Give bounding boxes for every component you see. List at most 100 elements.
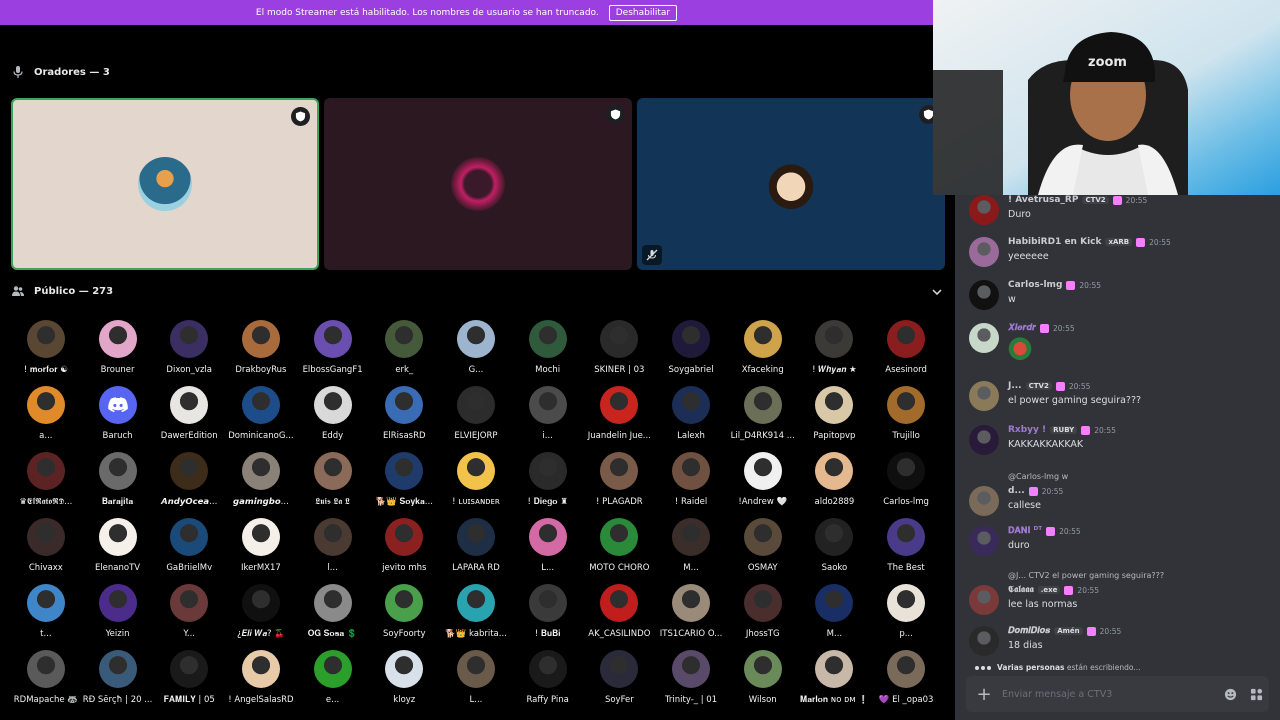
audience-member[interactable]: ElRisasRD <box>368 386 440 441</box>
audience-member[interactable]: IkerMX17 <box>225 518 297 573</box>
message-author[interactable]: 𝑿𝒍𝒆𝒓𝒅𝒓 <box>1008 323 1036 333</box>
audience-member[interactable]: Dixon_vzla <box>153 320 225 375</box>
audience-member[interactable]: 🐕👑 𝐒𝐨𝐲𝐤𝐚... <box>368 452 440 507</box>
audience-member[interactable]: Y... <box>153 584 225 639</box>
audience-member[interactable]: Mochi <box>512 320 584 375</box>
message-avatar[interactable] <box>969 237 999 267</box>
speaker-tile-2[interactable] <box>324 98 632 270</box>
audience-member[interactable]: Saoko <box>799 518 871 573</box>
audience-member[interactable]: erk_ <box>368 320 440 375</box>
audience-member[interactable]: AK_CASILINDO <box>584 584 656 639</box>
audience-member[interactable]: DrakboyRus <box>225 320 297 375</box>
message-author[interactable]: HabibiRD1 en Kick <box>1008 237 1101 247</box>
message-author[interactable]: Rxbyy ! <box>1008 425 1046 435</box>
audience-member[interactable]: Papitopvp <box>799 386 871 441</box>
audience-member[interactable]: Soygabriel <box>655 320 727 375</box>
audience-member[interactable]: Trujillo <box>870 386 942 441</box>
audience-member[interactable]: l... <box>297 518 369 573</box>
message-avatar[interactable] <box>969 626 999 656</box>
audience-member[interactable]: ¿𝑬𝒍𝒊 𝑾𝒂? 🍒 <box>225 584 297 639</box>
audience-member[interactable]: ELVIEJORP <box>440 386 512 441</box>
audience-member[interactable]: The Best <box>870 518 942 573</box>
apps-button[interactable] <box>1243 681 1269 707</box>
audience-member[interactable]: i... <box>512 386 584 441</box>
emoji-button[interactable] <box>1217 681 1243 707</box>
audience-member[interactable]: jevito mhs <box>368 518 440 573</box>
audience-member[interactable]: RĐ Šērçħ | 20 ... <box>82 650 154 705</box>
audience-member[interactable]: 𝘼𝙣𝙙𝙮𝙊𝙘𝙚𝙖... <box>153 452 225 507</box>
reply-preview[interactable]: @Carlos-lmg w <box>1008 472 1068 481</box>
message-avatar[interactable] <box>969 195 999 225</box>
message-author[interactable]: Carlos-lmg <box>1008 280 1062 290</box>
disable-streamer-mode-button[interactable]: Deshabilitar <box>608 4 678 21</box>
audience-member[interactable]: 𝐅𝐀𝐌𝐈𝐋𝐘 | 05 <box>153 650 225 705</box>
audience-member[interactable]: L... <box>512 518 584 573</box>
message-avatar[interactable] <box>969 323 999 353</box>
audience-member[interactable]: 𝐁𝐚𝐫𝐚𝐣𝐢𝐭𝐚 <box>82 452 154 507</box>
audience-member[interactable]: ! 𝐁𝐮𝐁𝐢 <box>512 584 584 639</box>
audience-member[interactable]: 💜 El _opa03 <box>870 650 942 705</box>
add-attachment-button[interactable]: + <box>966 676 1002 712</box>
audience-member[interactable]: !Andrew 🤍 <box>727 452 799 507</box>
message-author[interactable]: 𝐃𝐀𝐍𝐈 ᴰᵀ <box>1008 526 1042 536</box>
speaker-tile-1[interactable] <box>11 98 319 270</box>
message-input[interactable] <box>1002 688 1217 700</box>
audience-member[interactable]: e... <box>297 650 369 705</box>
audience-member[interactable]: GaBriielMv <box>153 518 225 573</box>
audience-member[interactable]: aldo2889 <box>799 452 871 507</box>
message-author[interactable]: 𝕮𝖆𝖑𝖆𝖆𝖆 <box>1008 585 1034 595</box>
audience-member[interactable]: SoyFer <box>584 650 656 705</box>
audience-member[interactable]: ! ʟᴜɪsᴀɴᴅᴇʀ <box>440 452 512 507</box>
audience-member[interactable]: Trinity-_ | 01 <box>655 650 727 705</box>
audience-member[interactable]: Brouner <box>82 320 154 375</box>
audience-member[interactable]: Wilson <box>727 650 799 705</box>
audience-member[interactable]: DawerEdition <box>153 386 225 441</box>
message-author[interactable]: ! Avetrusa_RP <box>1008 195 1078 205</box>
audience-member[interactable]: ! Raidel <box>655 452 727 507</box>
message-avatar[interactable] <box>969 280 999 310</box>
audience-member[interactable]: ITS1CARIO O... <box>655 584 727 639</box>
message-avatar[interactable] <box>969 486 999 516</box>
reply-preview[interactable]: @J... CTV2 el power gaming seguira??? <box>1008 571 1164 580</box>
speaker-tile-3[interactable] <box>637 98 945 270</box>
audience-member[interactable]: JhossTG <box>727 584 799 639</box>
audience-member[interactable]: ElbossGangF1 <box>297 320 369 375</box>
audience-member[interactable]: Juandelin Jue... <box>584 386 656 441</box>
audience-member[interactable]: 🐕👑 kabrita... <box>440 584 512 639</box>
audience-member[interactable]: RDMapache 🦝 <box>10 650 82 705</box>
audience-member[interactable]: Carlos-lmg <box>870 452 942 507</box>
audience-member[interactable]: 𝐌𝐚𝐫𝐥𝐨𝐧 ɴᴏ ᴅᴍ ❕ <box>799 650 871 705</box>
audience-member[interactable]: SKINER | 03 <box>584 320 656 375</box>
audience-member[interactable]: ♛𝕰𝖑𝕽𝖆𝖙𝖔𝕽𝕯... <box>10 452 82 507</box>
audience-member[interactable]: ! PLAGADR <box>584 452 656 507</box>
audience-member[interactable]: G... <box>440 320 512 375</box>
audience-member[interactable]: ! 𝐦𝐨𝐫𝐟𝐨𝐫 ☯ <box>10 320 82 375</box>
audience-member[interactable]: MOTO CHORO <box>584 518 656 573</box>
audience-member[interactable]: SoyFoorty <box>368 584 440 639</box>
audience-member[interactable]: Raffy Pina <box>512 650 584 705</box>
audience-member[interactable]: 𝙜𝙖𝙢𝙞𝙣𝙜𝙗𝙤... <box>225 452 297 507</box>
message-avatar[interactable] <box>969 381 999 411</box>
audience-member[interactable]: Yeizin <box>82 584 154 639</box>
audience-member[interactable]: Baruch <box>82 386 154 441</box>
audience-member[interactable]: Chivaxx <box>10 518 82 573</box>
audience-member[interactable]: Eddy <box>297 386 369 441</box>
audience-member[interactable]: Lil_D4RK914 ... <box>727 386 799 441</box>
audience-member[interactable]: OSMAY <box>727 518 799 573</box>
message-author[interactable]: 𝑫𝒐𝒎𝒊𝑫𝒊𝒐𝒔 <box>1008 626 1050 636</box>
message-avatar[interactable] <box>969 585 999 615</box>
audience-member[interactable]: Xfaceking <box>727 320 799 375</box>
message-avatar[interactable] <box>969 425 999 455</box>
message-author[interactable]: J... <box>1008 381 1022 391</box>
audience-member[interactable]: 𝐎𝐆 𝐒𝐨𝐬𝐚 💲 <box>297 584 369 639</box>
audience-member[interactable]: M... <box>655 518 727 573</box>
audience-header[interactable]: Público — 273 <box>12 285 944 297</box>
audience-member[interactable]: Lalexh <box>655 386 727 441</box>
audience-member[interactable]: L... <box>440 650 512 705</box>
audience-member[interactable]: ! 𝐃𝐢𝐞𝐠𝐨 ♜ <box>512 452 584 507</box>
audience-member[interactable]: ! 𝑾𝒉𝒚𝒂𝒏 ★ <box>799 320 871 375</box>
audience-member[interactable]: ! AngelSalasRD <box>225 650 297 705</box>
message-author[interactable]: d... <box>1008 486 1025 496</box>
audience-member[interactable]: p... <box>870 584 942 639</box>
audience-member[interactable]: DominicanoG... <box>225 386 297 441</box>
